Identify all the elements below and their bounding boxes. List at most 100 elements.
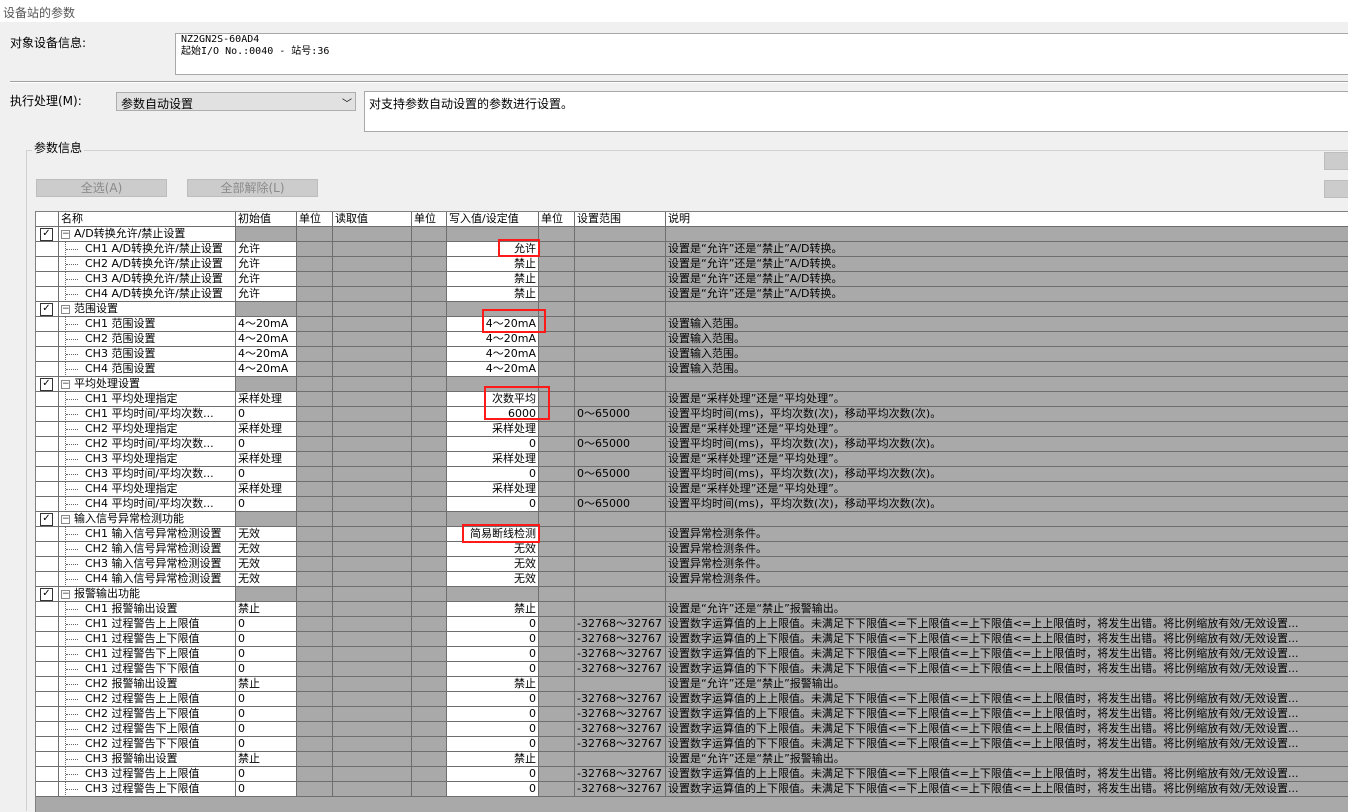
table-row[interactable]: CH1 过程警告上下限值 0 0 -32768～32767 设置数字运算值的上下限值。未… <box>36 632 1348 647</box>
write-value-cell[interactable]: 无效 <box>447 557 539 572</box>
group-row[interactable]: ✓ − A/D转换允许/禁止设置 <box>36 227 1348 242</box>
group-name-cell[interactable]: − 报警输出功能 <box>59 587 236 602</box>
group-name-cell[interactable]: − 范围设置 <box>59 302 236 317</box>
table-row[interactable]: CH4 平均处理指定 采样处理 采样处理 设置是“采样处理”还是“平均处理”。 <box>36 482 1348 497</box>
write-value-cell[interactable]: 采样处理 <box>447 422 539 437</box>
group-checkbox-cell[interactable]: ✓ <box>36 587 59 602</box>
checkbox[interactable]: ✓ <box>40 228 53 241</box>
select-all-button[interactable]: 全选(A) <box>36 179 167 197</box>
write-value-cell[interactable]: 禁止 <box>447 272 539 287</box>
group-checkbox-cell[interactable]: ✓ <box>36 302 59 317</box>
group-checkbox-cell[interactable]: ✓ <box>36 377 59 392</box>
table-row[interactable]: CH1 过程警告下下限值 0 0 -32768～32767 设置数字运算值的下下限值。未… <box>36 662 1348 677</box>
table-row[interactable]: CH4 范围设置 4～20mA 4～20mA 设置输入范围。 <box>36 362 1348 377</box>
write-value-cell[interactable]: 0 <box>447 437 539 452</box>
checkbox[interactable]: ✓ <box>40 378 53 391</box>
write-value-cell[interactable]: 无效 <box>447 572 539 587</box>
clear-all-button[interactable]: 全部解除(L) <box>187 179 318 197</box>
write-value-cell[interactable]: 0 <box>447 737 539 752</box>
write-value-cell[interactable]: 4～20mA <box>447 332 539 347</box>
execute-select[interactable]: 参数自动设置 ﹀ <box>116 92 356 111</box>
header-unit-2[interactable]: 单位 <box>412 212 447 227</box>
table-row[interactable]: CH1 平均时间/平均次数... 0 6000 0～65000 设置平均时间(ms)，平… <box>36 407 1348 422</box>
write-value-cell[interactable]: 4～20mA <box>447 317 539 332</box>
table-row[interactable]: CH3 A/D转换允许/禁止设置 允许 禁止 设置是“允许”还是“禁止”A/D转换。 <box>36 272 1348 287</box>
write-value-cell[interactable]: 禁止 <box>447 602 539 617</box>
header-desc[interactable]: 说明 <box>666 212 1348 227</box>
collapse-icon[interactable]: − <box>61 515 70 524</box>
write-value-cell[interactable]: 0 <box>447 782 539 797</box>
header-read[interactable]: 读取值 <box>333 212 412 227</box>
checkbox[interactable]: ✓ <box>40 303 53 316</box>
group-row[interactable]: ✓ − 范围设置 <box>36 302 1348 317</box>
table-row[interactable]: CH3 平均时间/平均次数... 0 0 0～65000 设置平均时间(ms)，平均次数… <box>36 467 1348 482</box>
write-value-cell[interactable]: 禁止 <box>447 677 539 692</box>
header-range[interactable]: 设置范围 <box>575 212 666 227</box>
table-row[interactable]: CH1 输入信号异常检测设置 无效 简易断线检测 设置异常检测条件。 <box>36 527 1348 542</box>
table-row[interactable]: CH1 平均处理指定 采样处理 次数平均 设置是“采样处理”还是“平均处理”。 <box>36 392 1348 407</box>
header-write[interactable]: 写入值/设定值 <box>447 212 539 227</box>
write-value-cell[interactable]: 0 <box>447 722 539 737</box>
table-row[interactable]: CH2 输入信号异常检测设置 无效 无效 设置异常检测条件。 <box>36 542 1348 557</box>
table-row[interactable]: CH2 过程警告下下限值 0 0 -32768～32767 设置数字运算值的下下限值。未… <box>36 737 1348 752</box>
table-row[interactable]: CH2 报警输出设置 禁止 禁止 设置是“允许”还是“禁止”报警输出。 <box>36 677 1348 692</box>
header-initial[interactable]: 初始值 <box>236 212 297 227</box>
table-row[interactable]: CH2 过程警告上下限值 0 0 -32768～32767 设置数字运算值的上下限值。未… <box>36 707 1348 722</box>
side-button-2[interactable] <box>1324 180 1348 198</box>
write-value-cell[interactable]: 禁止 <box>447 752 539 767</box>
header-unit-1[interactable]: 单位 <box>297 212 333 227</box>
table-row[interactable]: CH2 过程警告上上限值 0 0 -32768～32767 设置数字运算值的上上限值。未… <box>36 692 1348 707</box>
collapse-icon[interactable]: − <box>61 590 70 599</box>
table-row[interactable]: CH2 平均处理指定 采样处理 采样处理 设置是“采样处理”还是“平均处理”。 <box>36 422 1348 437</box>
table-row[interactable]: CH2 平均时间/平均次数... 0 0 0～65000 设置平均时间(ms)，平均次数… <box>36 437 1348 452</box>
table-row[interactable]: CH3 过程警告上下限值 0 0 -32768～32767 设置数字运算值的上下限值。未… <box>36 782 1348 797</box>
write-value-cell[interactable]: 0 <box>447 647 539 662</box>
write-value-cell[interactable]: 采样处理 <box>447 482 539 497</box>
write-value-cell[interactable]: 0 <box>447 497 539 512</box>
group-row[interactable]: ✓ − 报警输出功能 <box>36 587 1348 602</box>
table-row[interactable]: CH4 平均时间/平均次数... 0 0 0～65000 设置平均时间(ms)，平均次数… <box>36 497 1348 512</box>
write-value-cell[interactable]: 次数平均 <box>447 392 539 407</box>
collapse-icon[interactable]: − <box>61 305 70 314</box>
write-value-cell[interactable]: 4～20mA <box>447 362 539 377</box>
group-row[interactable]: ✓ − 平均处理设置 <box>36 377 1348 392</box>
side-button-1[interactable] <box>1324 152 1348 170</box>
table-row[interactable]: CH3 过程警告上上限值 0 0 -32768～32767 设置数字运算值的上上限值。未… <box>36 767 1348 782</box>
write-value-cell[interactable]: 0 <box>447 692 539 707</box>
write-value-cell[interactable]: 采样处理 <box>447 452 539 467</box>
table-row[interactable]: CH3 输入信号异常检测设置 无效 无效 设置异常检测条件。 <box>36 557 1348 572</box>
write-value-cell[interactable]: 6000 <box>447 407 539 422</box>
group-name-cell[interactable]: − 平均处理设置 <box>59 377 236 392</box>
table-row[interactable]: CH3 报警输出设置 禁止 禁止 设置是“允许”还是“禁止”报警输出。 <box>36 752 1348 767</box>
write-value-cell[interactable]: 禁止 <box>447 287 539 302</box>
write-value-cell[interactable]: 0 <box>447 707 539 722</box>
table-row[interactable]: CH1 A/D转换允许/禁止设置 允许 允许 设置是“允许”还是“禁止”A/D转换。 <box>36 242 1348 257</box>
write-value-cell[interactable]: 无效 <box>447 542 539 557</box>
checkbox[interactable]: ✓ <box>40 588 53 601</box>
group-checkbox-cell[interactable]: ✓ <box>36 512 59 527</box>
group-name-cell[interactable]: − A/D转换允许/禁止设置 <box>59 227 236 242</box>
header-name[interactable]: 名称 <box>59 212 236 227</box>
table-row[interactable]: CH3 范围设置 4～20mA 4～20mA 设置输入范围。 <box>36 347 1348 362</box>
table-row[interactable]: CH2 范围设置 4～20mA 4～20mA 设置输入范围。 <box>36 332 1348 347</box>
write-value-cell[interactable]: 0 <box>447 632 539 647</box>
group-checkbox-cell[interactable]: ✓ <box>36 227 59 242</box>
table-row[interactable]: CH1 过程警告上上限值 0 0 -32768～32767 设置数字运算值的上上限值。未… <box>36 617 1348 632</box>
write-value-cell[interactable]: 0 <box>447 617 539 632</box>
table-row[interactable]: CH3 平均处理指定 采样处理 采样处理 设置是“采样处理”还是“平均处理”。 <box>36 452 1348 467</box>
group-row[interactable]: ✓ − 输入信号异常检测功能 <box>36 512 1348 527</box>
collapse-icon[interactable]: − <box>61 380 70 389</box>
table-row[interactable]: CH1 过程警告下上限值 0 0 -32768～32767 设置数字运算值的下上限值。未… <box>36 647 1348 662</box>
table-row[interactable]: CH1 报警输出设置 禁止 禁止 设置是“允许”还是“禁止”报警输出。 <box>36 602 1348 617</box>
table-row[interactable]: CH2 A/D转换允许/禁止设置 允许 禁止 设置是“允许”还是“禁止”A/D转换。 <box>36 257 1348 272</box>
table-row[interactable]: CH4 A/D转换允许/禁止设置 允许 禁止 设置是“允许”还是“禁止”A/D转换。 <box>36 287 1348 302</box>
header-unit-3[interactable]: 单位 <box>539 212 575 227</box>
checkbox[interactable]: ✓ <box>40 513 53 526</box>
table-row[interactable]: CH4 输入信号异常检测设置 无效 无效 设置异常检测条件。 <box>36 572 1348 587</box>
write-value-cell[interactable]: 禁止 <box>447 257 539 272</box>
table-row[interactable]: CH2 过程警告下上限值 0 0 -32768～32767 设置数字运算值的下上限值。未… <box>36 722 1348 737</box>
write-value-cell[interactable]: 允许 <box>447 242 539 257</box>
write-value-cell[interactable]: 0 <box>447 662 539 677</box>
write-value-cell[interactable]: 4～20mA <box>447 347 539 362</box>
write-value-cell[interactable]: 简易断线检测 <box>447 527 539 542</box>
